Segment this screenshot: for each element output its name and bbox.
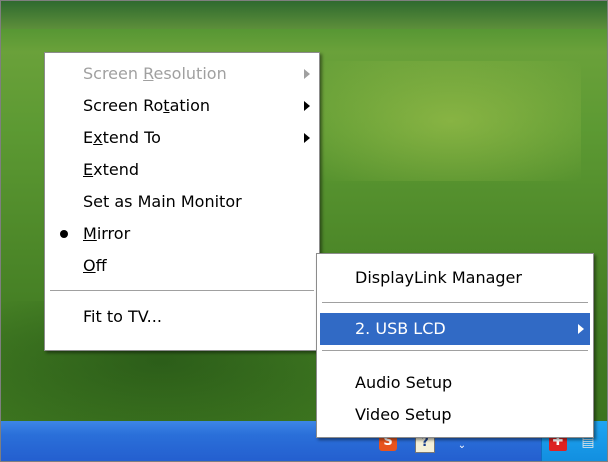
menu-item-label: 2. USB LCD — [355, 319, 446, 338]
menu-item-label: Video Setup — [355, 405, 452, 424]
menu-item-off[interactable]: Off — [48, 250, 316, 282]
menu-item-label: Extend — [83, 160, 139, 179]
menu-item-label: Fit to TV... — [83, 307, 162, 326]
menu-item-audio-setup[interactable]: Audio Setup — [320, 367, 590, 399]
submenu-arrow-icon — [304, 69, 310, 79]
menu-item-extend[interactable]: Extend — [48, 154, 316, 186]
menu-item-usb-lcd[interactable]: 2. USB LCD — [320, 313, 590, 345]
menu-item-screen-resolution[interactable]: Screen Resolution — [48, 58, 316, 90]
menu-separator — [50, 290, 314, 292]
menu-item-label: Mirror — [83, 224, 131, 243]
screen: S ? ⌄ ✚ ▤ Screen Resolution Screen Rotat… — [0, 0, 608, 462]
tray-context-menu: DisplayLink Manager 2. USB LCD Audio Set… — [316, 253, 594, 438]
menu-item-mirror[interactable]: Mirror — [48, 218, 316, 250]
menu-item-label: Off — [83, 256, 107, 275]
menu-item-displaylink-manager[interactable]: DisplayLink Manager — [320, 262, 590, 294]
display-submenu: Screen Resolution Screen Rotation Extend… — [44, 52, 320, 351]
menu-item-video-setup[interactable]: Video Setup — [320, 399, 590, 431]
menu-item-set-as-main-monitor[interactable]: Set as Main Monitor — [48, 186, 316, 218]
menu-item-label: Set as Main Monitor — [83, 192, 242, 211]
submenu-arrow-icon — [304, 133, 310, 143]
menu-item-label: Screen Rotation — [83, 96, 211, 115]
menu-separator — [322, 350, 588, 352]
submenu-arrow-icon — [578, 324, 584, 334]
menu-item-extend-to[interactable]: Extend To — [48, 122, 316, 154]
menu-item-label: Extend To — [83, 128, 161, 147]
expand-icon[interactable]: ⌄ — [453, 437, 471, 455]
menu-item-label: DisplayLink Manager — [355, 268, 522, 287]
submenu-arrow-icon — [304, 101, 310, 111]
radio-bullet-icon — [60, 230, 68, 238]
menu-item-screen-rotation[interactable]: Screen Rotation — [48, 90, 316, 122]
menu-item-label: Audio Setup — [355, 373, 453, 392]
menu-item-label: Screen Resolution — [83, 64, 227, 83]
menu-item-fit-to-tv[interactable]: Fit to TV... — [48, 301, 316, 333]
menu-separator — [322, 302, 588, 304]
